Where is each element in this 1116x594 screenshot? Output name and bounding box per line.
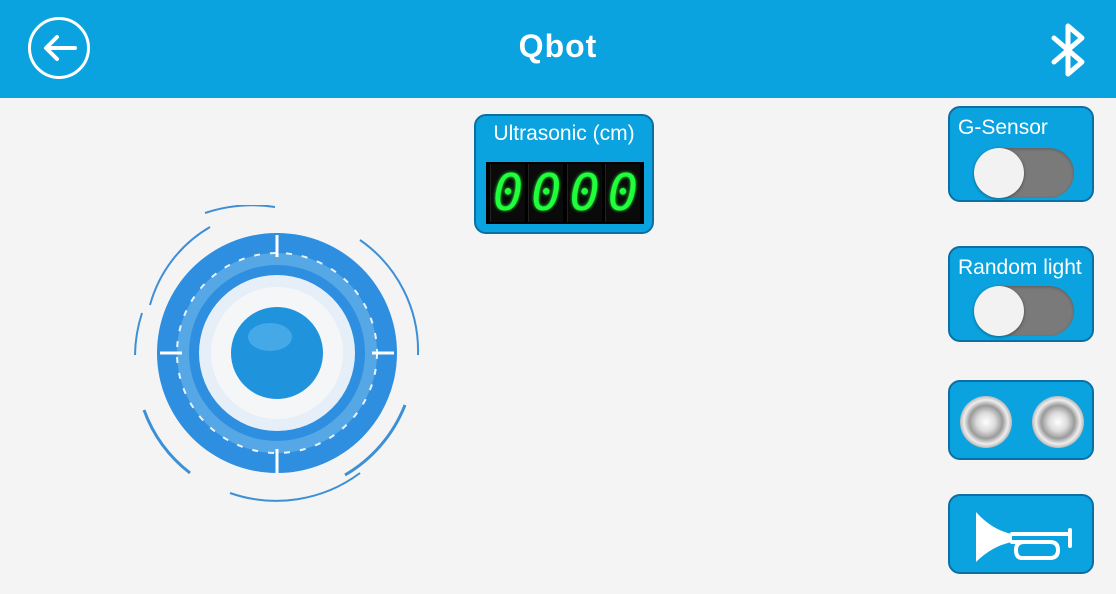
right-light-icon: [1032, 396, 1084, 448]
random-light-label: Random light: [958, 256, 1082, 279]
horn-button[interactable]: [948, 494, 1094, 574]
toggle-knob: [974, 286, 1024, 336]
joystick[interactable]: [130, 205, 425, 505]
digit: 0: [566, 164, 602, 222]
left-light-icon: [960, 396, 1012, 448]
ultrasonic-label: Ultrasonic (cm): [493, 122, 635, 145]
ultrasonic-display: 0 0 0 0: [486, 162, 644, 224]
top-bar: Qbot: [0, 0, 1116, 98]
digit: 0: [490, 164, 525, 222]
random-light-panel: Random light: [948, 246, 1094, 342]
toggle-knob: [974, 148, 1024, 198]
digit: 0: [528, 164, 564, 222]
horn-icon: [976, 512, 1072, 562]
ultrasonic-panel: Ultrasonic (cm) 0 0 0 0: [474, 114, 654, 234]
app-title: Qbot: [518, 28, 598, 64]
gsensor-panel: G-Sensor: [948, 106, 1094, 202]
bluetooth-icon[interactable]: [1046, 22, 1090, 78]
joystick-icon: [134, 205, 420, 502]
digit: 0: [604, 164, 640, 222]
headlights-button[interactable]: [948, 380, 1094, 460]
gsensor-toggle[interactable]: [974, 148, 1074, 198]
gsensor-label: G-Sensor: [958, 116, 1048, 139]
random-light-toggle[interactable]: [974, 286, 1074, 336]
